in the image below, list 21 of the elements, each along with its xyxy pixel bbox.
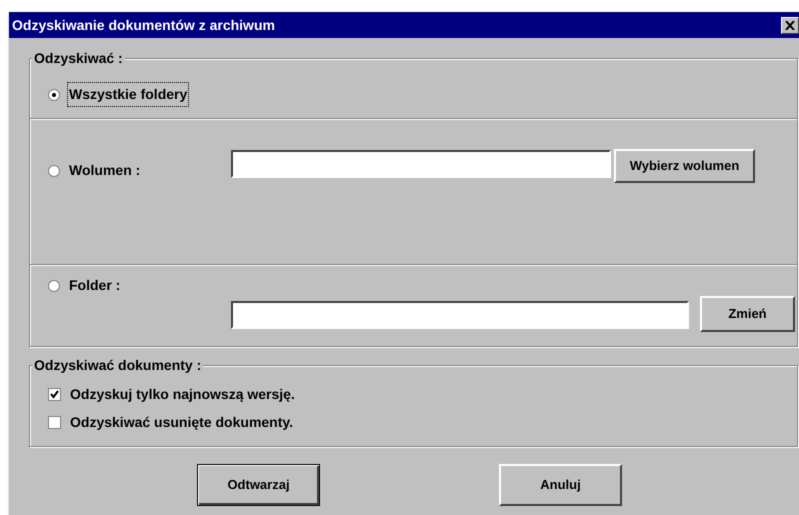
close-icon [785, 20, 795, 30]
restore-button[interactable]: Odtwarzaj [197, 464, 320, 506]
radio-label[interactable]: Wszystkie foldery [69, 84, 188, 105]
group-label: Odzyskiwać dokumenty : [32, 357, 204, 373]
radio-label[interactable]: Folder : [69, 275, 120, 296]
group-label: Odzyskiwać : [32, 50, 125, 66]
radio-button[interactable] [48, 88, 60, 100]
checkbox[interactable] [48, 388, 61, 401]
text-field[interactable] [231, 150, 611, 178]
radio-label[interactable]: Wolumen : [69, 160, 140, 181]
checkbox-label[interactable]: Odzyskuj tylko najnowszą wersję. [70, 384, 295, 405]
checkbox-label[interactable]: Odzyskiwać usunięte dokumenty. [70, 412, 294, 433]
cancel-button[interactable]: Anuluj [499, 464, 622, 506]
radio-button[interactable] [48, 164, 60, 176]
checkbox[interactable] [48, 416, 61, 429]
close-button[interactable] [781, 16, 799, 34]
action-button[interactable]: Wybierz wolumen [614, 149, 755, 183]
radio-button[interactable] [48, 280, 60, 292]
text-field[interactable] [231, 301, 689, 329]
window-title: Odzyskiwanie dokumentów z archiwum [12, 16, 275, 35]
action-button[interactable]: Zmień [700, 296, 795, 332]
